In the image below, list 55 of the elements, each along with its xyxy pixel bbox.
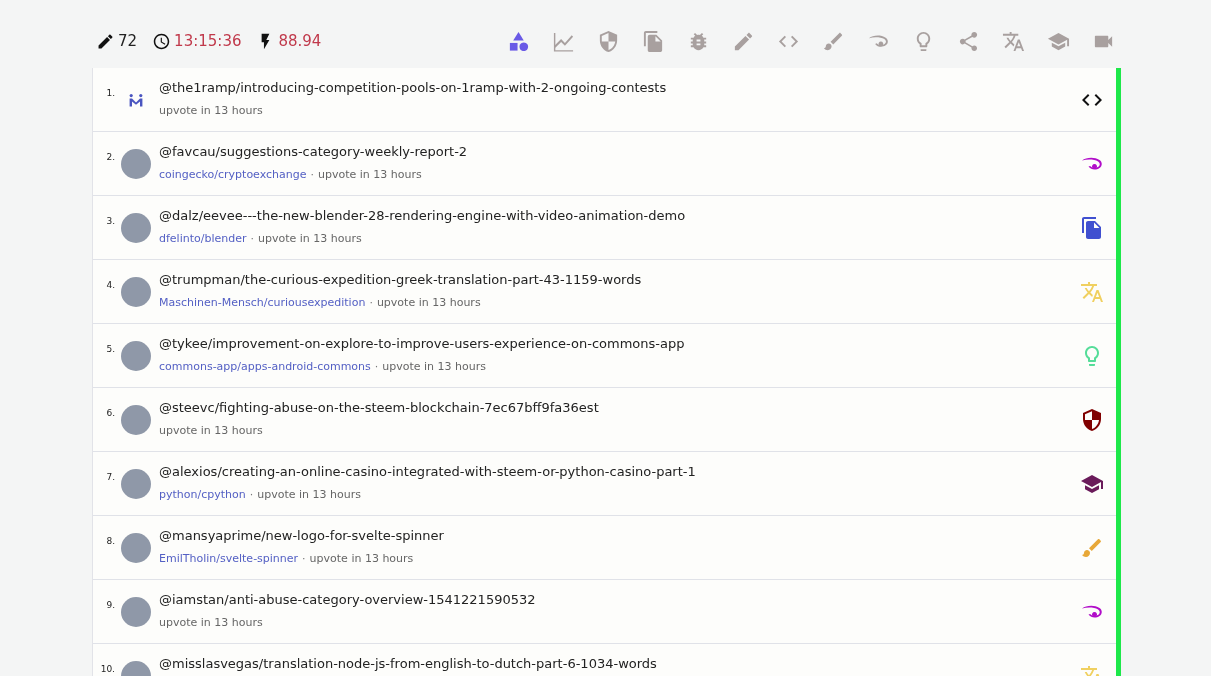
avatar-placeholder <box>121 404 151 435</box>
repository-link[interactable]: EmilTholin/svelte-spinner <box>159 552 299 565</box>
post-title[interactable]: @tykee/improvement-on-explore-to-improve-users-experience-on-commons-app <box>159 336 685 352</box>
post-title[interactable]: @mansyaprime/new-logo-for-svelte-spinner <box>159 528 444 544</box>
avatar-placeholder <box>121 276 151 307</box>
post-title[interactable]: @dalz/eevee---the-new-blender-28-rendering-engine-with-video-animation-demo <box>159 208 686 224</box>
avatar-placeholder <box>121 532 151 563</box>
rank-number: 7. <box>105 472 115 483</box>
repository-link[interactable]: Maschinen-Mensch/curiousexpedition <box>159 296 366 309</box>
post-title[interactable]: @favcau/suggestions-category-weekly-report-2 <box>159 144 468 160</box>
vote-time: upvote in 13 hours <box>159 424 263 437</box>
post-title[interactable]: @trumpman/the-curious-expedition-greek-translation-part-43-1159-words <box>159 272 642 288</box>
rank-number: 4. <box>105 280 115 291</box>
post-title[interactable]: @misslasvegas/translation-node-js-from-english-to-dutch-part-6-1034-words <box>159 656 657 672</box>
repository-link[interactable]: commons-app/apps-android-commons <box>159 360 371 373</box>
separator-dot: · <box>249 488 254 501</box>
vote-time: upvote in 13 hours <box>257 488 361 501</box>
post-title[interactable]: @steevc/fighting-abuse-on-the-steem-blockchain-7ec67bff9fa36est <box>159 400 599 416</box>
stat-value: 72 <box>118 32 138 50</box>
rank-number: 10. <box>99 664 115 675</box>
post-title[interactable]: @the1ramp/introducing-competition-pools-on-1ramp-with-2-ongoing-contests <box>159 80 667 96</box>
avatar-placeholder <box>121 212 151 243</box>
repository-link[interactable]: dfelinto/blender <box>159 232 247 245</box>
vote-time: upvote in 13 hours <box>382 360 486 373</box>
rank-number: 5. <box>105 344 115 355</box>
avatar-placeholder <box>121 148 151 179</box>
pencil-icon <box>97 32 114 50</box>
rank-number: 1. <box>105 88 115 99</box>
clock-icon <box>153 32 171 50</box>
stat-value: 88.94 <box>278 32 322 50</box>
vote-time: upvote in 13 hours <box>159 616 263 629</box>
vote-time: upvote in 13 hours <box>318 168 422 181</box>
separator-dot: · <box>250 232 254 245</box>
vote-time: upvote in 13 hours <box>376 296 481 309</box>
vote-time: upvote in 13 hours <box>258 232 362 245</box>
separator-dot: · <box>302 552 306 565</box>
separator-dot: · <box>310 168 314 181</box>
vote-time: upvote in 13 hours <box>159 104 263 117</box>
avatar-placeholder <box>121 340 151 371</box>
separator-dot: · <box>369 296 373 309</box>
repository-link[interactable]: python/cpython <box>159 488 246 501</box>
post-title[interactable]: @alexios/creating-an-online-casino-integrated-with-steem-or-python-casino-part-1 <box>159 464 696 480</box>
separator-dot: · <box>374 360 379 373</box>
rank-number: 2. <box>105 152 115 163</box>
vote-time: upvote in 13 hours <box>309 552 414 565</box>
repository-link[interactable]: coingecko/cryptoexchange <box>159 168 307 181</box>
rank-number: 9. <box>105 600 115 611</box>
logo-icon <box>128 92 144 107</box>
stat-value: 13:15:36 <box>174 32 242 50</box>
rank-number: 3. <box>105 216 115 227</box>
rank-number: 6. <box>105 408 115 419</box>
rank-number: 8. <box>105 536 115 547</box>
avatar-placeholder <box>121 468 151 499</box>
post-title[interactable]: @iamstan/anti-abuse-category-overview-1541221590532 <box>159 592 536 608</box>
avatar-placeholder <box>121 596 151 627</box>
